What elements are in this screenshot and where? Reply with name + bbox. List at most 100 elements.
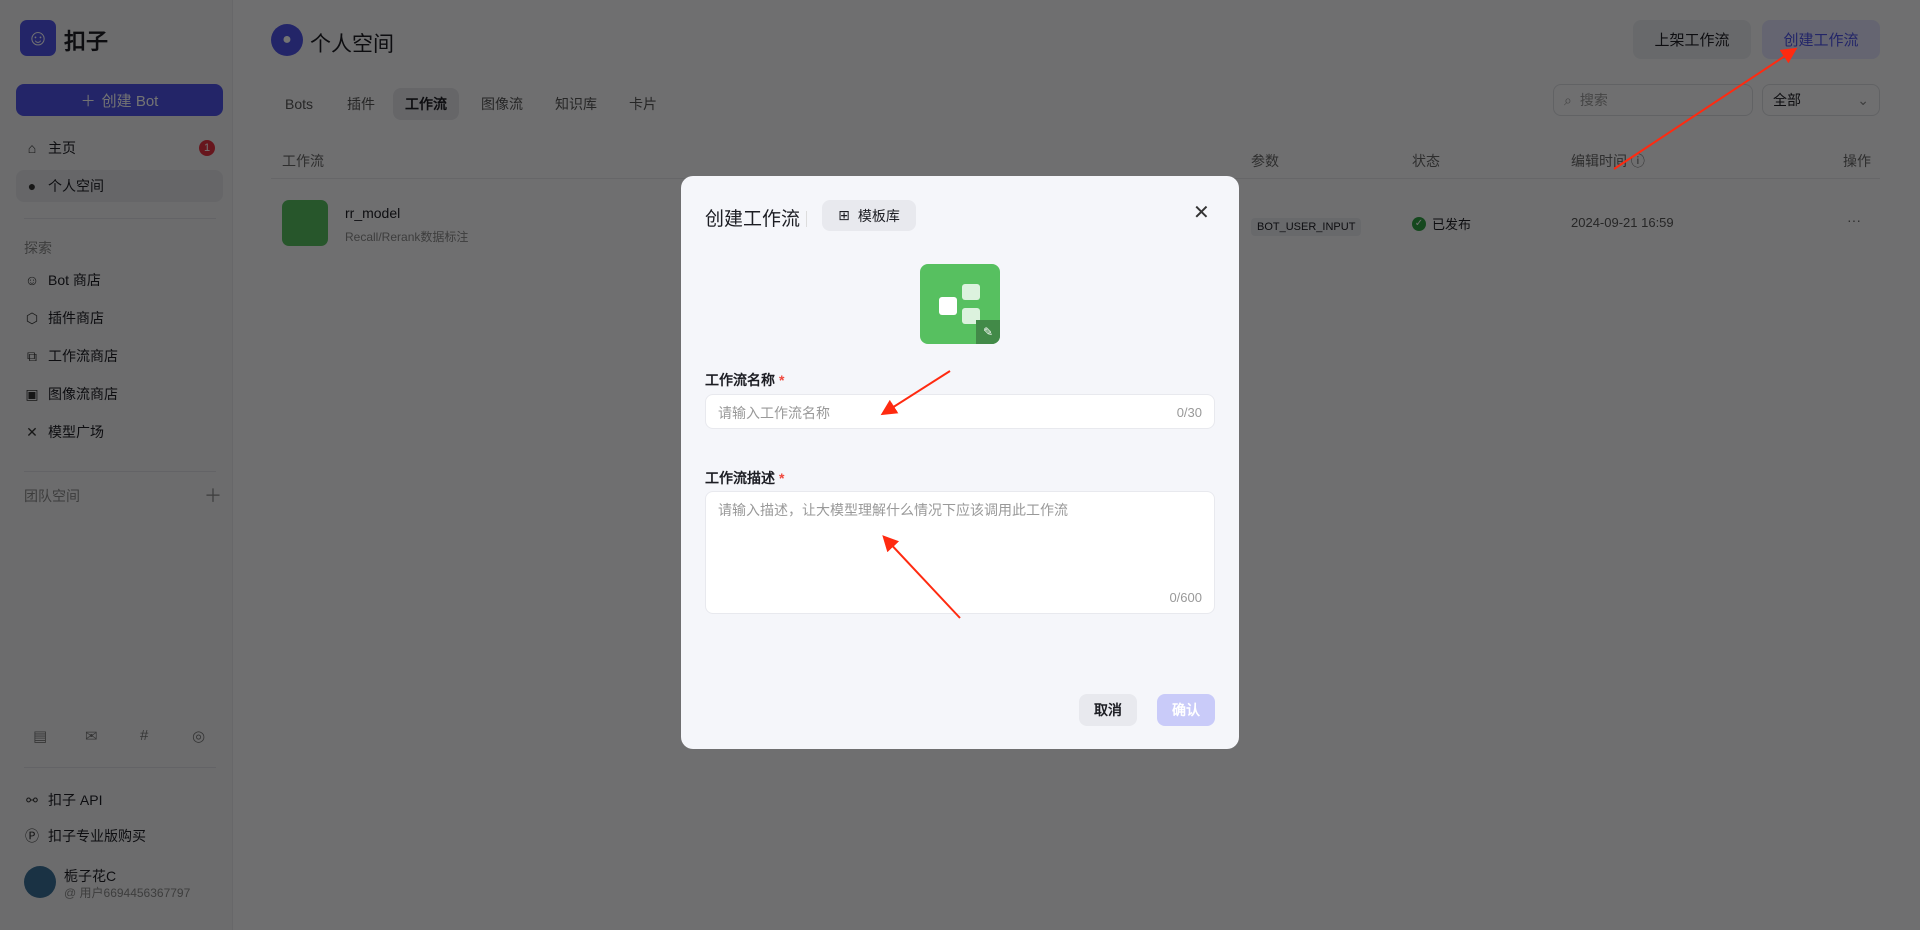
param-tag: BOT_USER_INPUT <box>1251 218 1362 236</box>
create-bot-label: 创建 Bot <box>101 92 159 110</box>
name-label-text: 工作流名称 <box>705 372 775 388</box>
required-mark: * <box>779 470 785 486</box>
sidebar-item-pro-purchase[interactable]: Ⓟ 扣子专业版购买 <box>16 820 223 852</box>
notification-badge: 1 <box>199 140 215 156</box>
image-icon: ▣ <box>25 385 39 402</box>
column-header-status: 状态 <box>1412 153 1440 169</box>
create-workflow-dialog: 创建工作流 ⊞ 模板库 ✕ ✎ 工作流名称 * 请输入工作流名称 0/30 工作流描述… <box>681 176 1239 749</box>
publish-workflow-button[interactable]: 上架工作流 <box>1633 20 1751 59</box>
sidebar-item-label: 主页 <box>48 140 76 156</box>
search-input[interactable]: ⌕ 搜索 <box>1553 84 1753 116</box>
column-header-params: 参数 <box>1251 153 1279 169</box>
team-space-heading: 团队空间 <box>24 488 80 504</box>
desc-label-text: 工作流描述 <box>705 470 775 486</box>
sidebar: ☺ 扣子 ＋ 创建 Bot ⌂ 主页 1 ● 个人空间 探索 ☺ Bot 商店 ⬡ 插件商店… <box>0 0 233 930</box>
sidebar-item-home[interactable]: ⌂ 主页 1 <box>16 132 223 164</box>
filter-value: 全部 <box>1773 92 1801 108</box>
grid-icon: ⊞ <box>838 207 850 223</box>
workflow-name: rr_model <box>345 205 401 221</box>
divider <box>24 218 216 219</box>
desc-char-count: 0/600 <box>1169 590 1202 605</box>
link-icon: ⚯ <box>26 791 38 808</box>
sidebar-item-label: 扣子专业版购买 <box>48 828 146 844</box>
name-char-count: 0/30 <box>1176 405 1202 420</box>
tab-workflows[interactable]: 工作流 <box>393 88 459 120</box>
divider <box>24 767 216 768</box>
close-icon[interactable]: ✕ <box>1193 200 1210 225</box>
name-label: 工作流名称 * <box>705 370 784 390</box>
sidebar-item-label: 插件商店 <box>48 310 104 326</box>
search-icon: ⌕ <box>1564 91 1572 108</box>
tab-imageflows[interactable]: 图像流 <box>469 88 535 120</box>
create-bot-button[interactable]: ＋ 创建 Bot <box>16 84 223 116</box>
pay-icon: Ⓟ <box>25 828 39 844</box>
sidebar-item-model-square[interactable]: ✕ 模型广场 <box>16 416 223 448</box>
bot-icon: ☺ <box>24 272 40 288</box>
create-workflow-button[interactable]: 创建工作流 <box>1762 20 1880 59</box>
template-library-label: 模板库 <box>857 207 900 224</box>
sidebar-item-label: 模型广场 <box>48 424 104 440</box>
personal-space-icon: ● <box>271 24 303 56</box>
coze-logo-icon[interactable]: ☺ <box>20 20 56 56</box>
explore-heading: 探索 <box>24 240 52 256</box>
workflow-node-icon <box>962 284 980 300</box>
workflow-name-input[interactable]: 请输入工作流名称 0/30 <box>705 394 1215 429</box>
check-circle-icon: ✓ <box>1412 216 1426 231</box>
workflow-icon <box>282 200 328 246</box>
column-header-workflow: 工作流 <box>282 153 324 169</box>
brand-name: 扣子 <box>64 29 109 54</box>
document-icon[interactable]: ▤ <box>33 727 47 745</box>
sidebar-item-label: 扣子 API <box>48 792 103 808</box>
more-actions-icon[interactable]: ··· <box>1847 212 1861 228</box>
mail-icon[interactable]: ✉ <box>85 727 98 745</box>
tab-bots[interactable]: Bots <box>273 88 325 120</box>
sidebar-item-plugin-store[interactable]: ⬡ 插件商店 <box>16 302 223 334</box>
info-icon[interactable]: ⓘ <box>1631 153 1645 169</box>
sidebar-item-label: Bot 商店 <box>48 272 101 288</box>
user-name: 栀子花C <box>64 868 117 884</box>
column-header-actions: 操作 <box>1843 153 1871 169</box>
discord-icon[interactable]: # <box>140 727 148 744</box>
tab-cards[interactable]: 卡片 <box>617 88 669 120</box>
workflow-description-textarea[interactable]: 请输入描述，让大模型理解什么情况下应该调用此工作流 0/600 <box>705 491 1215 614</box>
desc-label: 工作流描述 * <box>705 468 784 488</box>
name-placeholder: 请输入工作流名称 <box>718 405 830 421</box>
workflow-icon: ⧉ <box>27 347 37 364</box>
add-team-plus-icon[interactable]: ＋ <box>204 482 222 508</box>
divider <box>806 211 807 227</box>
confirm-button[interactable]: 确认 <box>1157 694 1215 726</box>
status-filter-select[interactable]: 全部 ⌄ <box>1762 84 1880 116</box>
user-id: @ 用户6694456367797 <box>64 886 191 900</box>
sidebar-item-bot-store[interactable]: ☺ Bot 商店 <box>16 264 223 296</box>
user-icon: ● <box>27 178 37 194</box>
cancel-button[interactable]: 取消 <box>1079 694 1137 726</box>
model-icon: ✕ <box>26 423 38 440</box>
edit-time: 2024-09-21 16:59 <box>1571 215 1674 230</box>
edit-icon[interactable]: ✎ <box>976 320 1000 344</box>
page-title: 个人空间 <box>310 33 394 56</box>
edit-time-label: 编辑时间 <box>1571 153 1627 169</box>
avatar[interactable] <box>24 866 56 898</box>
sidebar-item-personal-space[interactable]: ● 个人空间 <box>16 170 223 202</box>
workflow-desc: Recall/Rerank数据标注 <box>345 230 469 244</box>
workflow-node-icon <box>939 297 957 315</box>
sidebar-item-api[interactable]: ⚯ 扣子 API <box>16 784 223 816</box>
tab-plugins[interactable]: 插件 <box>335 88 387 120</box>
workflow-avatar-upload[interactable]: ✎ <box>920 264 1000 344</box>
chevron-down-icon: ⌄ <box>1857 91 1869 108</box>
sidebar-item-workflow-store[interactable]: ⧉ 工作流商店 <box>16 340 223 372</box>
status-badge: ✓ 已发布 <box>1412 214 1471 233</box>
tab-knowledge[interactable]: 知识库 <box>543 88 609 120</box>
column-header-edit-time: 编辑时间 ⓘ <box>1571 151 1645 171</box>
home-icon: ⌂ <box>27 140 37 156</box>
wechat-icon[interactable]: ◎ <box>192 727 205 745</box>
sidebar-item-label: 个人空间 <box>48 178 104 194</box>
sidebar-item-imageflow-store[interactable]: ▣ 图像流商店 <box>16 378 223 410</box>
dialog-title: 创建工作流 <box>705 209 801 230</box>
sidebar-item-label: 工作流商店 <box>48 348 118 364</box>
plus-icon: ＋ <box>80 92 96 110</box>
search-placeholder: 搜索 <box>1579 92 1608 108</box>
template-library-button[interactable]: ⊞ 模板库 <box>822 200 916 231</box>
status-text: 已发布 <box>1432 217 1472 232</box>
desc-placeholder: 请输入描述，让大模型理解什么情况下应该调用此工作流 <box>718 502 1068 518</box>
